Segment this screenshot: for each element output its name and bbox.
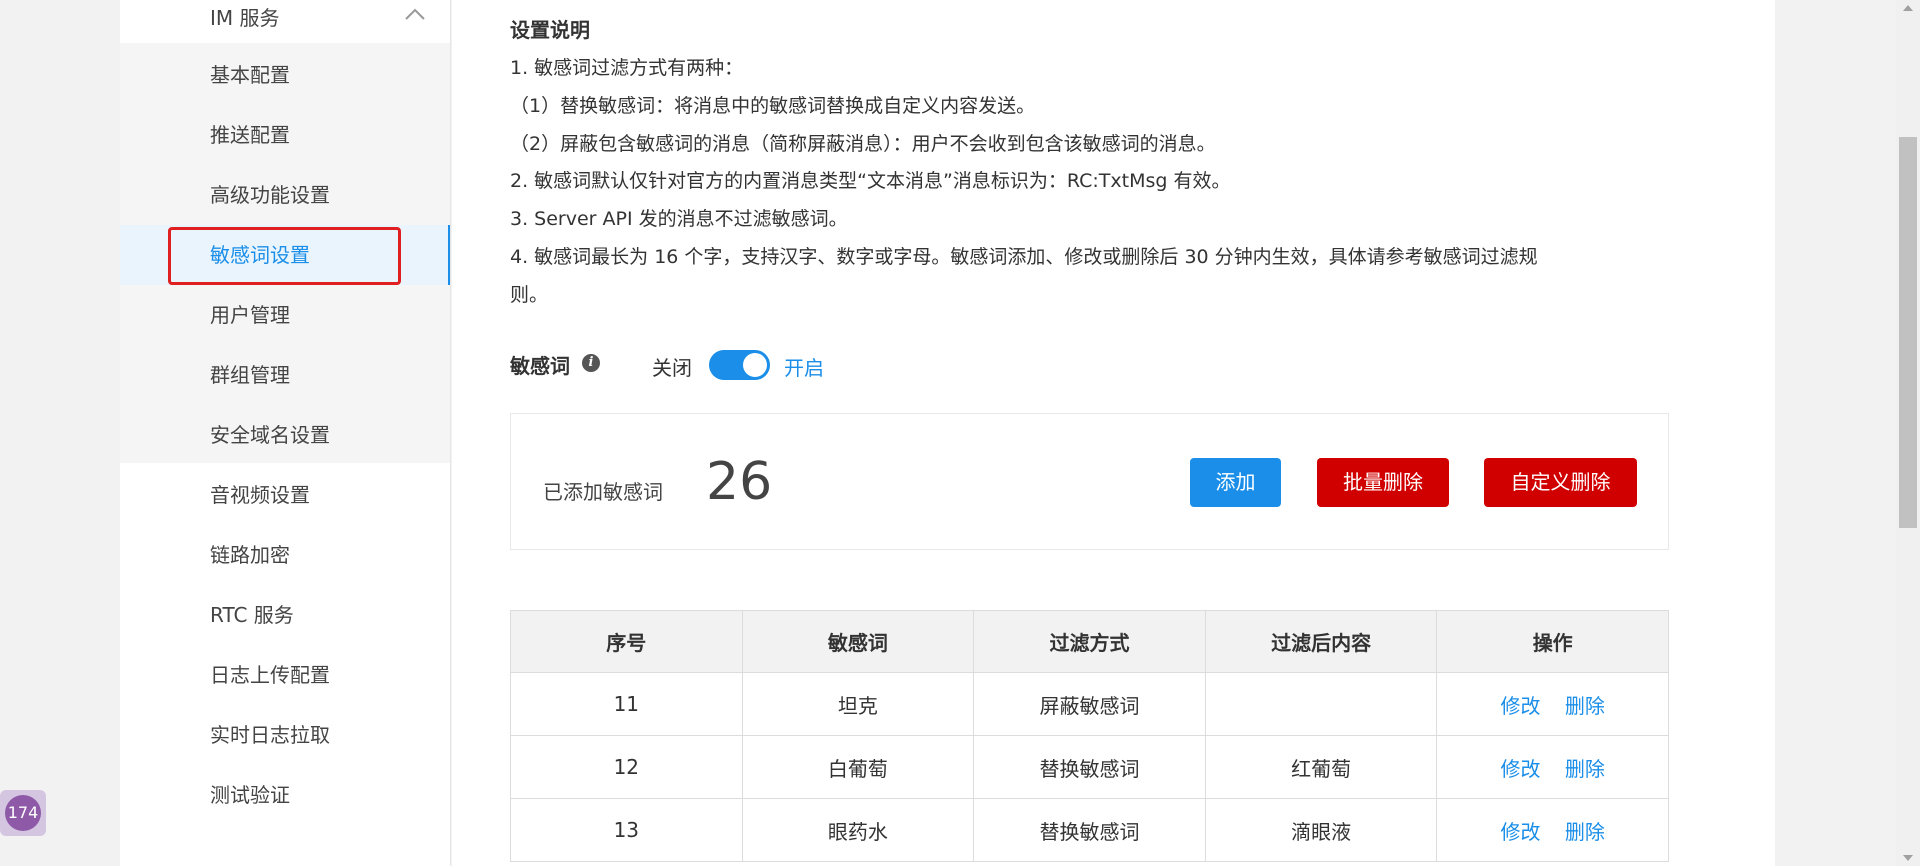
cell-actions: 修改 删除 (1436, 735, 1669, 799)
main-content: 设置说明 1. 敏感词过滤方式有两种： （1）替换敏感词：将消息中的敏感词替换成… (452, 0, 1775, 866)
cell-replacement: 红葡萄 (1204, 735, 1438, 799)
cell-index: 13 (510, 798, 743, 862)
sidebar-section-im[interactable]: IM 服务 (120, 0, 450, 43)
notification-badge[interactable]: 174 (0, 790, 46, 836)
description-line: 4. 敏感词最长为 16 个字，支持汉字、数字或字母。敏感词添加、修改或删除后 … (510, 246, 1538, 268)
description-line: 3. Server API 发的消息不过滤敏感词。 (510, 208, 848, 230)
edit-link[interactable]: 修改 (1501, 820, 1541, 844)
scroll-down-arrow-icon[interactable] (1900, 852, 1916, 864)
add-button[interactable]: 添加 (1190, 458, 1281, 507)
sensitive-word-summary: 已添加敏感词 26 添加 批量删除 自定义删除 (510, 413, 1669, 550)
description-line: 2. 敏感词默认仅针对官方的内置消息类型“文本消息”消息标识为：RC:TxtMs… (510, 170, 1231, 192)
toggle-knob (743, 353, 767, 377)
column-header-word: 敏感词 (741, 610, 975, 673)
cell-replacement (1204, 672, 1438, 736)
cell-actions: 修改 删除 (1436, 798, 1669, 862)
sidebar-item-group-management[interactable]: 群组管理 (120, 345, 450, 405)
notification-count: 174 (5, 795, 41, 831)
switch-off-label: 关闭 (652, 356, 692, 380)
cell-word: 眼药水 (741, 798, 975, 862)
column-header-replacement: 过滤后内容 (1204, 610, 1438, 673)
info-icon[interactable]: i (582, 354, 600, 372)
column-header-index: 序号 (510, 610, 743, 673)
delete-link[interactable]: 删除 (1565, 820, 1605, 844)
chevron-up-icon[interactable] (402, 4, 428, 26)
table-header-row: 序号 敏感词 过滤方式 过滤后内容 操作 (510, 610, 1669, 673)
cell-index: 11 (510, 672, 743, 736)
description-line: （2）屏蔽包含敏感词的消息（简称屏蔽消息）：用户不会收到包含该敏感词的消息。 (510, 133, 1216, 155)
sensitive-word-table: 序号 敏感词 过滤方式 过滤后内容 操作 11 坦克 屏蔽敏感词 修改 删除 1… (510, 610, 1669, 862)
delete-link[interactable]: 删除 (1565, 757, 1605, 781)
sidebar-item-advanced[interactable]: 高级功能设置 (120, 165, 450, 225)
description-line: 则。 (510, 284, 549, 306)
sidebar-item-av-settings[interactable]: 音视频设置 (120, 465, 450, 525)
sensitive-word-toggle[interactable] (709, 350, 770, 380)
sidebar-item-log-upload[interactable]: 日志上传配置 (120, 645, 450, 705)
cell-actions: 修改 删除 (1436, 672, 1669, 736)
sidebar-item-realtime-log[interactable]: 实时日志拉取 (120, 705, 450, 765)
sidebar-item-push-config[interactable]: 推送配置 (120, 105, 450, 165)
sidebar-item-link-encryption[interactable]: 链路加密 (120, 525, 450, 585)
cell-mode: 屏蔽敏感词 (973, 672, 1206, 736)
switch-on-label: 开启 (784, 356, 824, 380)
table-row: 12 白葡萄 替换敏感词 红葡萄 修改 删除 (510, 735, 1669, 799)
sensitive-word-switch-label: 敏感词 (510, 354, 570, 378)
sidebar-section-title: IM 服务 (210, 6, 280, 30)
cell-word: 白葡萄 (741, 735, 975, 799)
table-row: 11 坦克 屏蔽敏感词 修改 删除 (510, 672, 1669, 736)
edit-link[interactable]: 修改 (1501, 694, 1541, 718)
cell-replacement: 滴眼液 (1204, 798, 1438, 862)
delete-link[interactable]: 删除 (1565, 694, 1605, 718)
sidebar-item-test[interactable]: 测试验证 (120, 765, 450, 825)
added-count-value: 26 (706, 452, 773, 512)
scroll-up-arrow-icon[interactable] (1900, 2, 1916, 14)
column-header-actions: 操作 (1436, 610, 1669, 673)
column-header-mode: 过滤方式 (973, 610, 1206, 673)
cell-mode: 替换敏感词 (973, 735, 1206, 799)
description-title: 设置说明 (510, 18, 590, 42)
description-line: 1. 敏感词过滤方式有两种： (510, 57, 744, 79)
sidebar-nav: IM 服务 基本配置 推送配置 高级功能设置 敏感词设置 用户管理 群组管理 安… (120, 0, 451, 866)
sidebar-item-sensitive-words[interactable]: 敏感词设置 (120, 225, 450, 285)
cell-mode: 替换敏感词 (973, 798, 1206, 862)
added-count-label: 已添加敏感词 (543, 480, 663, 504)
edit-link[interactable]: 修改 (1501, 757, 1541, 781)
sidebar-item-user-management[interactable]: 用户管理 (120, 285, 450, 345)
table-row: 13 眼药水 替换敏感词 滴眼液 修改 删除 (510, 798, 1669, 862)
cell-index: 12 (510, 735, 743, 799)
page-scrollbar-thumb[interactable] (1899, 137, 1917, 528)
cell-word: 坦克 (741, 672, 975, 736)
description-line: （1）替换敏感词：将消息中的敏感词替换成自定义内容发送。 (510, 95, 1036, 117)
custom-delete-button[interactable]: 自定义删除 (1484, 458, 1637, 507)
sidebar-item-rtc[interactable]: RTC 服务 (120, 585, 450, 645)
sidebar-item-basic-config[interactable]: 基本配置 (120, 45, 450, 105)
batch-delete-button[interactable]: 批量删除 (1317, 458, 1449, 507)
sidebar-item-secure-domain[interactable]: 安全域名设置 (120, 405, 450, 465)
